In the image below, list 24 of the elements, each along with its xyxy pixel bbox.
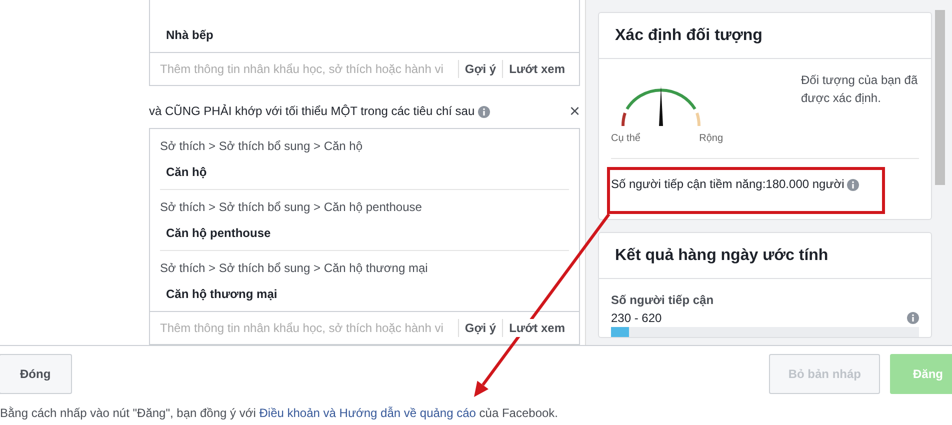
info-icon[interactable] [907,312,919,324]
interest-path: Sở thích > Sở thích bổ sung > Căn hộ penthouse [159,199,423,216]
terms-link[interactable]: Điều khoản và Hướng dẫn về quảng cáo [259,406,476,420]
close-button[interactable]: Đóng [0,354,72,394]
close-button[interactable]: × [569,102,580,120]
interest-name: Căn hộ penthouse [165,225,272,242]
card-title: Xác định đối tượng [599,13,931,60]
gauge-label: Cụ thể [611,132,640,146]
metric-range: 230 - 620 [611,310,662,328]
interest-path: Sở thích > Sở thích bổ sung > Căn hộ [159,138,364,155]
metric-label: Số người tiếp cận [611,292,715,310]
info-icon[interactable] [478,106,490,118]
criteria-heading: và CŨNG PHẢI khớp với tối thiểu MỘT trong các tiêu chí sau [149,104,475,118]
terms-text: Bằng cách nhấp vào nút "Đăng", bạn đồng ý với Điều khoản và Hướng dẫn về quảng cáo của Facebook. [0,405,560,422]
potential-reach: Số người tiếp cận tiềm năng:180.000 người [611,177,844,192]
interest-name: Căn hộ thương mại [165,286,278,303]
audience-message: Đối tượng của bạn đã được xác định. [801,72,919,108]
gauge-label: Rộng [699,132,723,146]
card-title: Kết quả hàng ngày ước tính [599,233,931,280]
interest-name: Nhà bếp [165,27,214,44]
interest-path: Sở thích > Sở thích bổ sung > Căn hộ thương mại [159,260,429,277]
interest-name: Căn hộ [165,164,208,181]
info-icon[interactable] [847,179,860,192]
scrollbar-thumb[interactable] [935,10,945,185]
